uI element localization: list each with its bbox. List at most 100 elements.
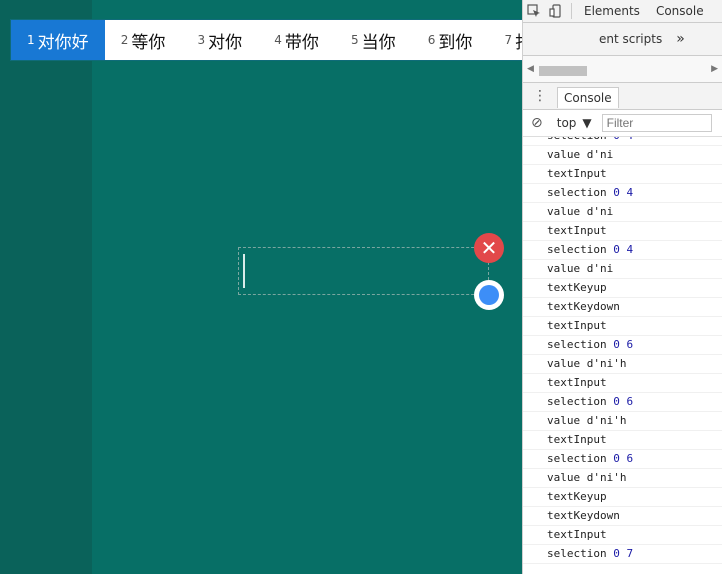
candidate-number: 5	[350, 33, 359, 47]
console-log-row: textKeyup	[523, 279, 722, 298]
candidate-text: 等你	[131, 32, 166, 53]
candidate-number: 2	[120, 33, 129, 47]
tab-console[interactable]: Console	[648, 4, 712, 18]
toolbar-divider	[571, 3, 572, 19]
log-message: textKeyup	[547, 281, 607, 294]
candidate-number: 4	[274, 33, 282, 47]
console-log-row: textInput	[523, 431, 722, 450]
ime-candidate-5[interactable]: 5 当你	[335, 20, 412, 60]
console-log-row: selection 0 6	[523, 393, 722, 412]
more-tabs-icon[interactable]: »	[676, 31, 685, 47]
delete-close-icon[interactable]: ✕	[474, 233, 504, 263]
log-message: textInput	[547, 167, 607, 180]
content-scripts-tab[interactable]: ent scripts	[599, 32, 662, 46]
candidate-number: 6	[427, 33, 436, 47]
resize-handle[interactable]	[474, 280, 504, 310]
log-message: selection	[547, 338, 607, 351]
console-log-row: textKeydown	[523, 507, 722, 526]
console-log-row: textKeydown	[523, 298, 722, 317]
candidate-text: 到你	[438, 32, 473, 53]
console-log-row: selection 0 4	[523, 137, 722, 146]
log-message: selection	[547, 243, 607, 256]
log-message: value d'ni'h	[547, 471, 627, 484]
log-message: textInput	[547, 319, 607, 332]
text-caret	[243, 254, 245, 288]
candidate-number: 1	[27, 33, 35, 47]
log-message: selection	[547, 452, 607, 465]
log-message: value d'ni'h	[547, 357, 627, 370]
devtools-toolbar: Elements Console	[523, 0, 722, 23]
log-message: value d'ni	[547, 148, 614, 161]
left-panel	[0, 0, 92, 574]
ime-candidate-6[interactable]: 6 到你	[412, 20, 489, 60]
console-log-row: value d'ni	[523, 203, 722, 222]
console-log-row: textInput	[523, 374, 722, 393]
console-log: selection 0 4 value d'ni textInput selectio…	[523, 137, 722, 567]
text-input-box[interactable]	[238, 247, 489, 295]
log-numbers: 0 4	[606, 243, 634, 256]
log-message: textKeydown	[547, 509, 620, 522]
console-log-row: selection 0 4	[523, 241, 722, 260]
console-log-row: value d'ni	[523, 146, 722, 165]
console-log-row: value d'ni'h	[523, 412, 722, 431]
console-filter-bar: ⊘ top ▼	[523, 110, 722, 137]
console-log-row: textInput	[523, 165, 722, 184]
log-numbers: 0 6	[606, 338, 634, 351]
ime-candidate-bar: 1 对你好 2 等你 3 对你 4 带你 5 当你 6 到你 7 打你 ☺	[10, 19, 611, 61]
log-message: selection	[547, 395, 607, 408]
ime-candidate-4[interactable]: 4 带你	[258, 20, 335, 60]
candidate-text: 当你	[361, 32, 396, 53]
log-message: value d'ni'h	[547, 414, 627, 427]
log-numbers: 0 7	[606, 547, 634, 560]
log-message: value d'ni	[547, 262, 614, 275]
inspect-element-icon[interactable]	[523, 0, 545, 22]
devtools-panel: Elements Console ent scripts » ◀ ▶ ⋮ Con…	[522, 0, 722, 574]
horizontal-scrollbar[interactable]: ◀ ▶	[523, 56, 722, 83]
console-log-row: selection 0 6	[523, 336, 722, 355]
candidate-number: 3	[197, 33, 206, 47]
candidate-text: 对你	[208, 32, 243, 53]
drawer-tab-console[interactable]: Console	[557, 86, 619, 108]
tab-elements[interactable]: Elements	[576, 4, 648, 18]
log-numbers: 0 6	[606, 452, 634, 465]
context-selector[interactable]: top ▼	[551, 116, 598, 130]
log-numbers: 0 4	[606, 186, 634, 199]
log-message: selection	[547, 547, 607, 560]
handle-dot-icon	[479, 285, 499, 305]
console-log-row: value d'ni'h	[523, 355, 722, 374]
ime-candidate-2[interactable]: 2 等你	[105, 20, 182, 60]
log-message: textKeyup	[547, 490, 607, 503]
console-log-row: selection 0 6	[523, 450, 722, 469]
console-log-row: value d'ni'ha	[523, 564, 722, 567]
ime-candidate-3[interactable]: 3 对你	[181, 20, 258, 60]
console-log-row: textInput	[523, 222, 722, 241]
log-message: textKeydown	[547, 300, 620, 313]
context-label: top	[556, 116, 577, 130]
log-message: value d'ni'ha	[547, 566, 633, 567]
candidate-text: 带你	[284, 32, 319, 53]
log-numbers: 0 4	[607, 137, 633, 142]
log-message: textInput	[547, 528, 607, 541]
drawer-tabbar: ⋮ Console	[523, 83, 722, 110]
ime-candidate-1[interactable]: 1 对你好	[11, 20, 105, 60]
log-message: value d'ni	[547, 205, 614, 218]
log-message: textInput	[547, 376, 607, 389]
scroll-thumb[interactable]	[539, 66, 587, 76]
device-toggle-icon[interactable]	[545, 0, 567, 22]
candidate-text: 对你好	[37, 32, 89, 53]
scroll-left-icon[interactable]: ◀	[527, 64, 534, 74]
console-log-row: selection 0 4	[523, 184, 722, 203]
console-log-row: value d'ni'h	[523, 469, 722, 488]
console-log-row: selection 0 7	[523, 545, 722, 564]
console-log-row: textKeyup	[523, 488, 722, 507]
scroll-right-icon[interactable]: ▶	[711, 64, 718, 74]
console-log-row: textInput	[523, 526, 722, 545]
log-message: textInput	[547, 224, 607, 237]
clear-console-icon[interactable]: ⊘	[523, 115, 551, 131]
console-log-row: value d'ni	[523, 260, 722, 279]
log-message: textInput	[547, 433, 607, 446]
filter-input[interactable]	[601, 114, 712, 132]
drawer-menu-icon[interactable]: ⋮	[523, 88, 557, 104]
log-message: selection	[547, 186, 607, 199]
chevron-down-icon: ▼	[582, 116, 592, 130]
